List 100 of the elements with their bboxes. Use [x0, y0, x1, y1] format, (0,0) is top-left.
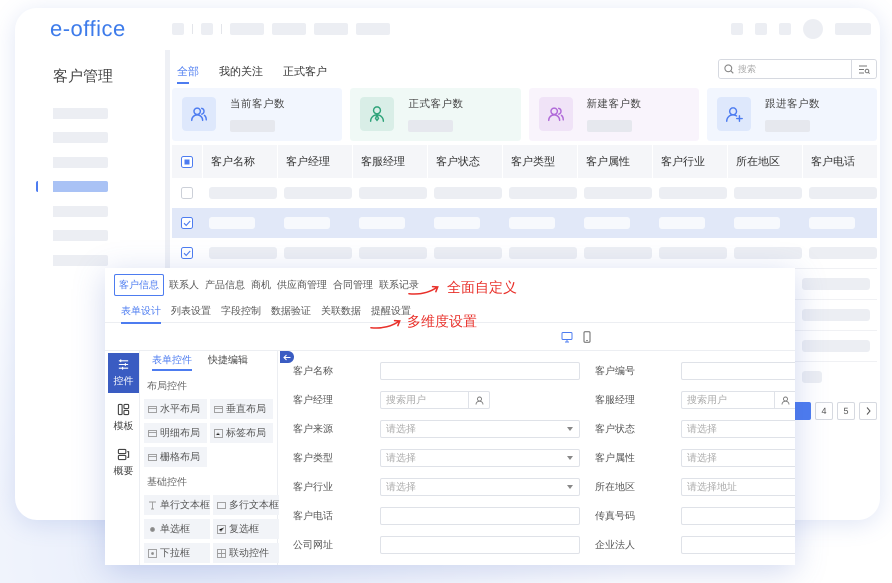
- control-item[interactable]: 标签布局: [210, 423, 273, 443]
- control-item[interactable]: 联动控件: [213, 543, 279, 563]
- rail-item[interactable]: 模板: [108, 398, 139, 438]
- field-label: 传真号码: [595, 510, 636, 523]
- checkbox[interactable]: [181, 187, 193, 199]
- filter-button[interactable]: [852, 59, 877, 79]
- dropdown-icon: [148, 548, 157, 558]
- stat-label: 跟进客户数: [764, 97, 820, 111]
- field-label: 客户电话: [293, 510, 334, 523]
- column-header[interactable]: 客户电话: [802, 145, 877, 178]
- page-button[interactable]: 4: [815, 402, 833, 420]
- tab[interactable]: 列表设置: [171, 299, 211, 324]
- layout-icon: [117, 403, 130, 416]
- page-button[interactable]: 5: [837, 402, 855, 420]
- placeholder-bar: [509, 247, 577, 259]
- control-item[interactable]: 明细布局: [144, 423, 207, 443]
- input-field[interactable]: [681, 536, 795, 554]
- field-label: 企业法人: [595, 538, 636, 552]
- column-header[interactable]: 客户名称: [202, 145, 277, 178]
- grid-icon: [217, 548, 226, 558]
- field-label: 公司网址: [293, 538, 334, 552]
- tab[interactable]: 正式客户: [283, 56, 327, 86]
- control-item[interactable]: 复选框: [213, 519, 279, 539]
- input-field[interactable]: [380, 536, 580, 554]
- field-label: 所在地区: [595, 480, 636, 494]
- placeholder-bar: [284, 247, 352, 259]
- search-icon: [724, 64, 734, 74]
- field-label: 客户名称: [293, 364, 334, 378]
- field-label: 客户属性: [595, 452, 636, 465]
- user-icon[interactable]: [780, 396, 790, 404]
- rail-item[interactable]: 概要: [108, 443, 139, 483]
- mobile-icon[interactable]: [581, 330, 593, 342]
- tab[interactable]: 表单控件: [152, 353, 192, 371]
- tab[interactable]: 字段控制: [221, 299, 261, 324]
- chevron-right-icon: [866, 407, 870, 415]
- checkbox[interactable]: [181, 217, 193, 229]
- control-item[interactable]: 水平布局: [144, 399, 207, 419]
- annotation: 全面自定义: [447, 279, 517, 297]
- field-label: 客户状态: [595, 422, 636, 436]
- image-icon: [214, 428, 223, 438]
- logo: e-office: [50, 16, 127, 42]
- module-tab[interactable]: 合同管理: [332, 274, 374, 296]
- column-header[interactable]: 客服经理: [352, 145, 427, 178]
- input-field[interactable]: [380, 507, 580, 525]
- column-header[interactable]: 客户类型: [502, 145, 577, 178]
- desktop-icon[interactable]: [561, 330, 573, 342]
- caret-down-icon: [567, 427, 573, 431]
- tab[interactable]: 关联数据: [321, 299, 361, 324]
- field-label: 客服经理: [595, 394, 636, 407]
- input-field[interactable]: [380, 362, 580, 380]
- placeholder-bar: [802, 340, 870, 352]
- column-header[interactable]: 客户状态: [427, 145, 502, 178]
- placeholder-bar: [802, 371, 822, 383]
- placeholder-bar: [659, 247, 727, 259]
- textarea-icon: [217, 500, 226, 510]
- sidebar-title: 客户管理: [52, 67, 114, 86]
- layout-icon: [148, 452, 157, 462]
- placeholder-bar: [359, 247, 427, 259]
- user-icon[interactable]: [474, 396, 484, 404]
- tab[interactable]: 快捷编辑: [208, 353, 248, 371]
- field-label: 客户编号: [595, 364, 636, 378]
- placeholder-bar: [434, 247, 502, 259]
- control-item[interactable]: 垂直布局: [210, 399, 273, 419]
- sidebar-item[interactable]: [36, 181, 108, 192]
- checkbox[interactable]: [181, 156, 193, 168]
- tab[interactable]: 数据验证: [271, 299, 311, 324]
- module-tab[interactable]: 联系记录: [378, 274, 420, 296]
- control-item[interactable]: 栅格布局: [144, 447, 207, 467]
- module-tab[interactable]: 联系人: [168, 274, 200, 296]
- column-header[interactable]: 客户行业: [652, 145, 727, 178]
- module-tab[interactable]: 商机: [250, 274, 272, 296]
- caret-down-icon: [567, 456, 573, 460]
- module-tab[interactable]: 客户信息: [114, 274, 164, 296]
- radio-icon: [148, 524, 157, 534]
- column-header[interactable]: 客户经理: [277, 145, 352, 178]
- input-field[interactable]: [681, 507, 795, 525]
- column-header[interactable]: 客户属性: [577, 145, 652, 178]
- outline-icon: [117, 448, 130, 461]
- input-field[interactable]: [681, 362, 795, 380]
- control-item[interactable]: 下拉框: [144, 543, 210, 563]
- next-page-button[interactable]: [859, 402, 877, 420]
- tab[interactable]: 表单设计: [121, 299, 161, 324]
- column-header[interactable]: 所在地区: [727, 145, 802, 178]
- tab[interactable]: 我的关注: [219, 56, 263, 86]
- curved-arrow: [370, 317, 404, 330]
- arrow-left-icon: [283, 354, 291, 360]
- placeholder-bar: [584, 247, 652, 259]
- stat-label: 正式客户数: [408, 97, 464, 111]
- filter-icon: [858, 64, 870, 74]
- checkbox[interactable]: [181, 247, 193, 259]
- checkbox-icon: [217, 524, 226, 534]
- module-tab[interactable]: 产品信息: [204, 274, 246, 296]
- module-tab[interactable]: 供应商管理: [276, 274, 328, 296]
- control-item[interactable]: 单选框: [144, 519, 210, 539]
- control-item[interactable]: 单行文本框: [144, 495, 210, 515]
- collapse-button[interactable]: [280, 351, 294, 363]
- layout-icon: [148, 404, 157, 414]
- rail-item[interactable]: 控件: [108, 353, 139, 393]
- field-label: 客户类型: [293, 452, 334, 465]
- control-item[interactable]: 多行文本框: [213, 495, 279, 515]
